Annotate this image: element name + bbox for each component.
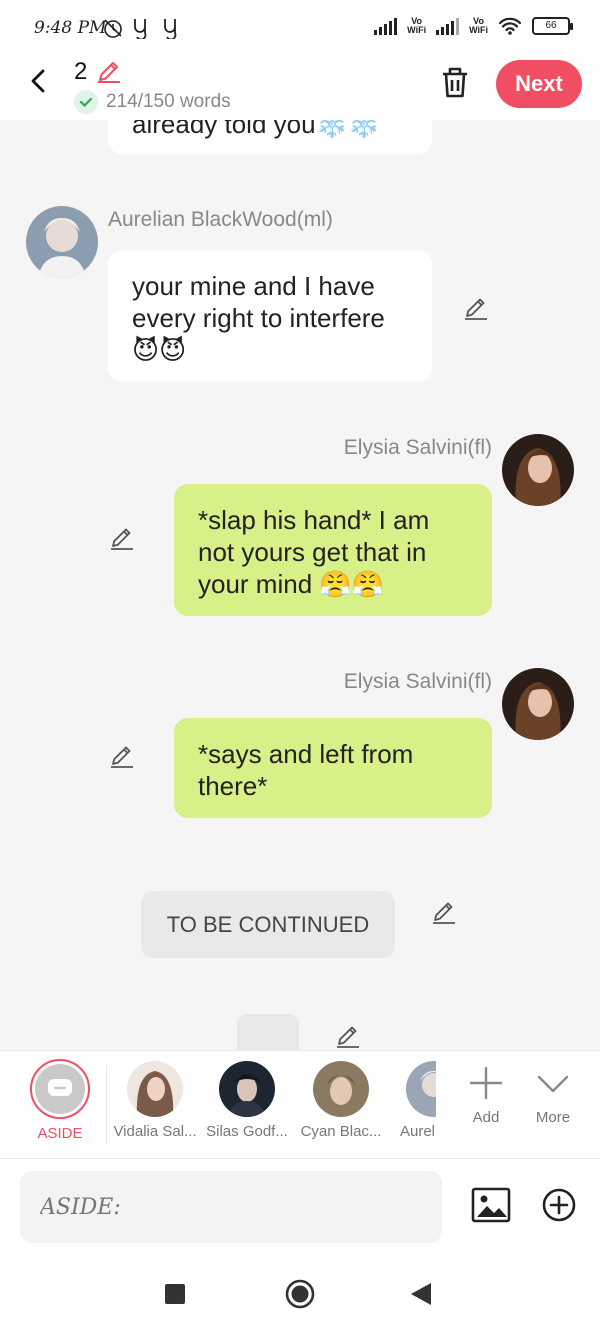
y-icon [134,19,147,39]
message-text: already told you❄️❄️ [132,120,381,139]
narration-text: TO BE CONTINUED [166,911,370,937]
add-label: Add [472,1109,500,1126]
message-bubble[interactable]: your mine and I have every right to inte… [108,250,432,382]
edit-pencil-icon[interactable] [430,898,458,926]
avatar [127,1061,183,1117]
home-button[interactable] [285,1279,315,1309]
avatar [406,1061,436,1117]
back-arrow-icon[interactable] [24,66,54,96]
narration-bubble[interactable]: TO BE CONTINUED [141,891,395,958]
avatar[interactable] [26,206,98,278]
add-character-button[interactable]: Add [456,1051,516,1126]
vo-wifi-icon: Vo WiFi [469,16,488,35]
chat-bubble-icon [48,1079,72,1096]
character-label: Vidalia Sal... [113,1123,197,1140]
clock: 9:48 PM [34,18,107,38]
character-vidalia[interactable]: Vidalia Sal... [110,1051,200,1140]
editor-header: 2 214/150 words Next [0,58,600,120]
next-button[interactable]: Next [496,60,582,108]
vo-wifi-icon: Vo WiFi [407,16,427,35]
character-label: ASIDE [37,1125,83,1142]
image-icon[interactable] [471,1187,511,1223]
edit-pencil-icon[interactable] [108,524,136,552]
message-text: *says and left from there* [198,739,414,801]
message-bubble[interactable]: already told you❄️❄️ [108,120,432,154]
aside-avatar [30,1059,90,1119]
message-bubble[interactable]: *slap his hand* I am not yours get that … [174,484,492,616]
edit-pencil-icon[interactable] [334,1022,362,1050]
pencil-icon[interactable] [96,58,122,84]
word-count-label: 214/150 words [106,91,231,112]
check-icon [74,90,98,114]
back-button[interactable] [411,1283,431,1305]
status-bar: 9:48 PM Vo WiFi Vo WiFi 66 [0,0,600,58]
character-label: Silas Godf... [206,1123,288,1140]
message-bubble[interactable]: *says and left from there* [174,718,492,818]
avatar [313,1061,369,1117]
message-text: *slap his hand* I am not yours get that … [198,505,430,599]
add-circle-icon[interactable] [541,1187,577,1223]
avatar[interactable] [502,668,574,740]
character-aurelian[interactable]: Aureli [392,1051,436,1140]
episode-count: 2 [74,58,88,85]
character-aside[interactable]: ASIDE [20,1051,100,1142]
signal-icon [436,17,460,35]
character-label: Aureli [400,1123,436,1140]
character-silas[interactable]: Silas Godf... [202,1051,292,1140]
system-nav-bar [0,1254,600,1333]
plus-icon [469,1066,503,1100]
divider [106,1065,107,1145]
y-icon [164,19,177,39]
avatar[interactable] [502,434,574,506]
signal-icon [374,17,398,35]
sender-name: Elysia Salvini(fl) [343,436,492,459]
battery-icon: 66 [532,17,573,35]
edit-pencil-icon[interactable] [462,294,490,322]
message-bubble-partial[interactable] [237,1014,299,1050]
input-bar [0,1158,600,1254]
chevron-down-icon [537,1075,569,1093]
character-label: Cyan Blac... [300,1123,382,1140]
character-bar: ASIDE Vidalia Sal... Silas Godf... Cyan … [0,1050,600,1158]
message-input[interactable] [20,1171,442,1243]
character-cyan[interactable]: Cyan Blac... [296,1051,386,1140]
wifi-icon [498,17,522,35]
sender-name: Aurelian BlackWood(ml) [108,208,333,231]
chat-area: already told you❄️❄️ Aurelian BlackWood(… [0,120,600,1050]
recents-button[interactable] [165,1284,185,1304]
more-button[interactable]: More [522,1051,584,1126]
sender-name: Elysia Salvini(fl) [343,670,492,693]
word-count: 214/150 words [74,90,231,114]
alarm-off-icon [104,19,122,38]
avatar [219,1061,275,1117]
trash-icon[interactable] [438,64,472,100]
more-label: More [535,1109,571,1126]
message-text: your mine and I have every right to inte… [132,271,385,365]
edit-pencil-icon[interactable] [108,742,136,770]
